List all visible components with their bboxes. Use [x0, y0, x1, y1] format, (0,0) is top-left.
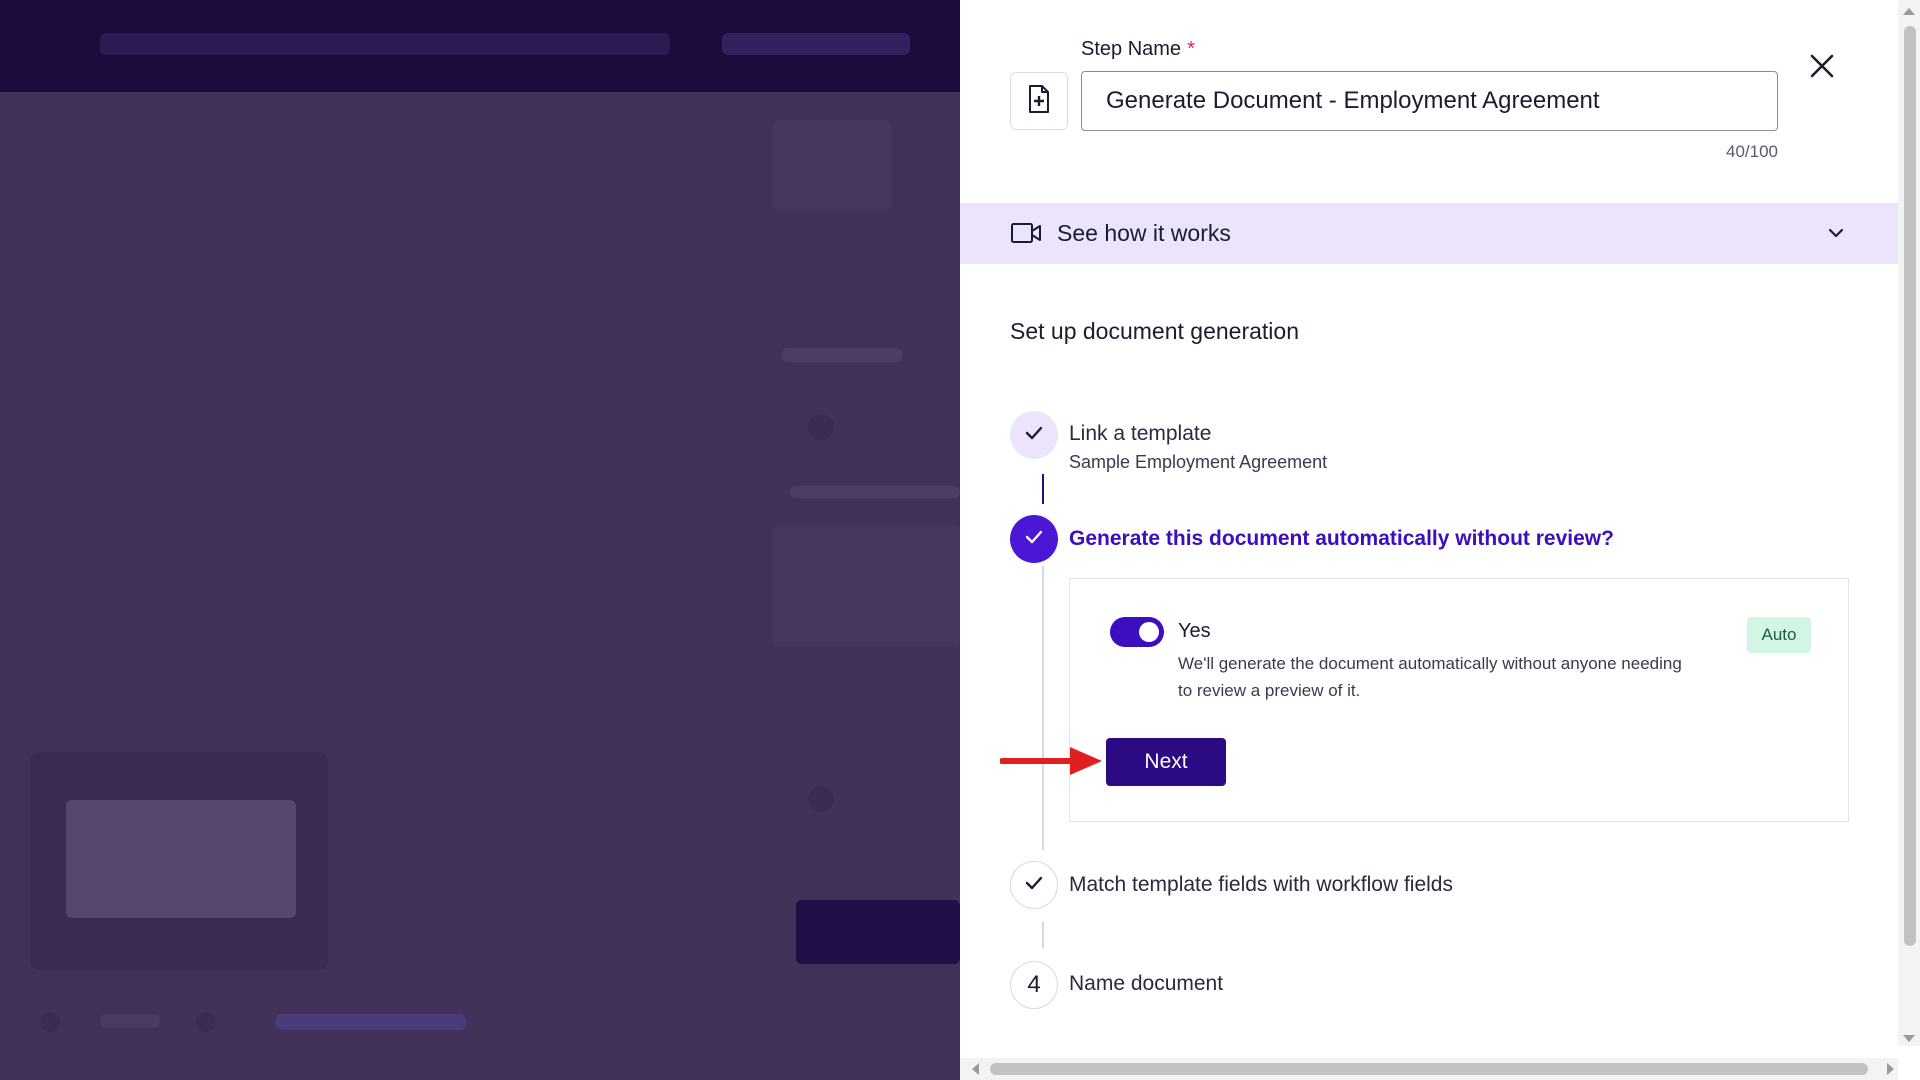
- horizontal-scroll-thumb[interactable]: [990, 1063, 1868, 1075]
- background-block: [772, 526, 960, 646]
- background-card-inner: [66, 800, 296, 918]
- check-icon: [1023, 872, 1045, 899]
- background-block: [772, 120, 892, 210]
- check-icon: [1023, 422, 1045, 449]
- toggle-label: Yes: [1178, 620, 1211, 642]
- background-dot: [40, 1012, 60, 1032]
- see-how-it-works-label: See how it works: [1057, 220, 1231, 246]
- vertical-scroll-thumb[interactable]: [1904, 26, 1916, 946]
- step-4-title[interactable]: Name document: [1069, 972, 1223, 996]
- scroll-right-arrow-icon[interactable]: [1887, 1063, 1894, 1075]
- see-how-it-works-expander[interactable]: See how it works: [960, 203, 1898, 264]
- document-plus-icon: [1027, 84, 1051, 119]
- toggle-description: We'll generate the document automaticall…: [1178, 654, 1682, 700]
- horizontal-scrollbar[interactable]: [960, 1058, 1898, 1080]
- background-dot: [808, 414, 834, 440]
- step-connector: [1042, 922, 1044, 948]
- background-blur-text: [100, 33, 670, 55]
- background-block: [782, 348, 902, 362]
- next-button[interactable]: Next: [1106, 738, 1226, 786]
- annotation-arrow-icon: [999, 744, 1104, 785]
- scroll-down-arrow-icon[interactable]: [1903, 1035, 1915, 1042]
- vertical-scrollbar[interactable]: [1898, 0, 1920, 1046]
- step-config-panel: Step Name* 40/100 See how it works Set u…: [960, 0, 1920, 1080]
- step-4-number: 4: [1027, 971, 1041, 998]
- close-button[interactable]: [1804, 48, 1840, 84]
- background-top-bar: [0, 0, 960, 92]
- close-icon: [1804, 54, 1840, 88]
- auto-badge: Auto: [1747, 617, 1811, 653]
- section-title: Set up document generation: [1010, 318, 1299, 344]
- step-1-subtitle: Sample Employment Agreement: [1069, 452, 1328, 472]
- background-card: [30, 752, 328, 970]
- required-marker: *: [1187, 38, 1195, 60]
- auto-generate-toggle[interactable]: [1110, 617, 1164, 647]
- step-type-icon-box: [1010, 72, 1068, 130]
- background-app-overlay: [0, 0, 960, 1080]
- background-link: [276, 1014, 466, 1030]
- step-3-status: [1010, 861, 1058, 909]
- background-button: [796, 900, 960, 964]
- step-name-label: Step Name *: [1081, 38, 1195, 61]
- step-name-label-text: Step Name: [1081, 38, 1182, 60]
- step-name-input[interactable]: [1081, 71, 1778, 131]
- background-dot: [196, 1012, 216, 1032]
- step-3-title[interactable]: Match template fields with workflow fiel…: [1069, 873, 1453, 897]
- background-dot: [808, 786, 834, 812]
- chevron-down-icon: [1826, 223, 1846, 248]
- step-4-status: 4: [1010, 961, 1058, 1009]
- check-icon: [1023, 526, 1045, 553]
- video-camera-icon: [1010, 221, 1042, 250]
- background-block: [100, 1014, 160, 1028]
- scroll-left-arrow-icon[interactable]: [972, 1063, 979, 1075]
- step-2-status: [1010, 515, 1058, 563]
- step-1-status: [1010, 411, 1058, 459]
- step-1-title[interactable]: Link a template: [1069, 422, 1211, 446]
- background-blur-button: [722, 33, 910, 55]
- step-connector: [1042, 566, 1044, 850]
- step-connector-complete: [1042, 474, 1044, 504]
- toggle-knob: [1139, 622, 1159, 642]
- background-block: [790, 486, 960, 498]
- step-2-title: Generate this document automatically wit…: [1069, 527, 1614, 550]
- character-count: 40/100: [1726, 142, 1778, 161]
- scroll-up-arrow-icon[interactable]: [1903, 8, 1915, 15]
